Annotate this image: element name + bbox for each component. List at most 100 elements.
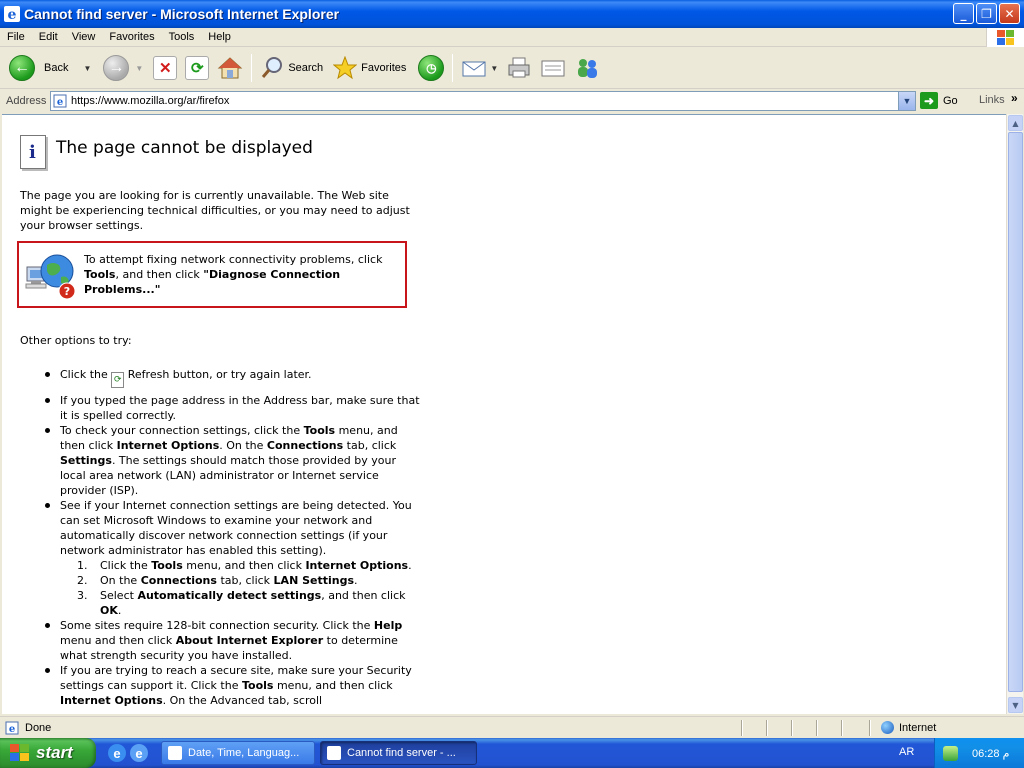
clock[interactable]: 06:28 م — [972, 747, 1009, 760]
system-tray: 06:28 م — [934, 738, 1024, 768]
standard-toolbar: ← Back ▼ → ▼ ✕ ⟳ Search Favorites ◷ ▼ — [0, 48, 1024, 89]
minimize-button[interactable]: _ — [953, 3, 974, 24]
step-item: 3. Select Automatically detect settings,… — [77, 589, 406, 617]
vertical-scrollbar[interactable]: ▲ ▼ — [1006, 114, 1023, 714]
menu-file[interactable]: File — [0, 31, 32, 43]
address-dropdown-icon[interactable]: ▼ — [898, 92, 915, 110]
step2-text-b: tab, click — [220, 574, 271, 587]
start-button[interactable]: start — [0, 738, 96, 768]
diagnose-box: ? To attempt fixing network connectivity… — [17, 241, 407, 308]
favorites-label: Favorites — [361, 62, 407, 74]
start-label: start — [36, 743, 73, 762]
title-bar[interactable]: e Cannot find server - Microsoft Interne… — [0, 0, 1024, 28]
history-button[interactable]: ◷ — [418, 55, 445, 81]
svg-text:e: e — [8, 7, 17, 22]
step-item: 1. Click the Tools menu, and then click … — [77, 559, 412, 572]
option5-text-a: Some sites require 128-bit connection se… — [60, 619, 371, 632]
scroll-thumb[interactable] — [1008, 132, 1023, 692]
option5-help: Help — [373, 619, 403, 632]
mail-icon — [462, 61, 486, 77]
home-button[interactable] — [217, 56, 243, 80]
mail-dropdown-icon[interactable]: ▼ — [490, 64, 498, 73]
scroll-down-icon[interactable]: ▼ — [1008, 697, 1023, 713]
back-label: Back — [44, 62, 69, 74]
back-dropdown-icon[interactable]: ▼ — [83, 64, 91, 73]
refresh-icon[interactable]: ⟳ — [111, 372, 125, 388]
taskbar-item-ie[interactable]: Cannot find server - ... — [320, 741, 477, 765]
page-status-icon: e — [5, 721, 19, 735]
address-input[interactable]: e https://www.mozilla.org/ar/firefox ▼ — [50, 91, 916, 111]
language-indicator[interactable]: AR — [899, 746, 914, 758]
forward-dropdown-icon[interactable]: ▼ — [135, 64, 143, 73]
diagnose-text-part1: To attempt fixing network connectivity p… — [84, 253, 383, 266]
task2-label: Cannot find server - ... — [347, 747, 456, 759]
status-text: Done — [25, 721, 52, 734]
svg-text:e: e — [9, 724, 15, 735]
option3-settings: Settings — [60, 454, 112, 467]
search-icon — [262, 57, 283, 78]
maximize-button[interactable]: ❐ — [976, 3, 997, 24]
refresh-button[interactable]: ⟳ — [185, 56, 210, 80]
other-options-heading: Other options to try: — [20, 334, 132, 347]
list-item: Click the ⟳ Refresh button, or try again… — [45, 367, 420, 388]
list-item: To check your connection settings, click… — [45, 423, 420, 498]
internet-zone-icon — [881, 721, 894, 734]
stop-button[interactable]: ✕ — [153, 56, 178, 80]
step1-tools: Tools — [151, 559, 183, 572]
list-item: See if your Internet connection settings… — [45, 498, 420, 618]
scroll-up-icon[interactable]: ▲ — [1008, 115, 1023, 131]
go-button[interactable]: ➜ Go — [920, 92, 958, 109]
option2-text: If you typed the page address in the Add… — [60, 394, 420, 422]
info-icon: i — [20, 135, 46, 169]
menu-tools[interactable]: Tools — [162, 31, 202, 43]
edit-icon — [541, 60, 565, 77]
tray-network-icon[interactable] — [943, 745, 958, 761]
favorites-button[interactable]: Favorites — [333, 56, 406, 80]
page-content: i The page cannot be displayed The page … — [2, 114, 1006, 714]
status-bar: e Done Internet — [0, 716, 1024, 738]
step1-number: 1. — [77, 559, 88, 572]
links-label[interactable]: Links — [979, 94, 1005, 106]
option6-text-b: menu, and then click — [276, 679, 393, 692]
messenger-button[interactable] — [574, 56, 600, 80]
option5-about-ie: About Internet Explorer — [175, 634, 324, 647]
steps-list: 1. Click the Tools menu, and then click … — [60, 558, 420, 618]
quicklaunch-ie-icon[interactable]: e — [108, 744, 126, 762]
print-button[interactable] — [506, 56, 532, 80]
taskbar: start e e Date, Time, Languag... Cannot … — [0, 738, 1024, 768]
close-button[interactable]: ✕ — [999, 3, 1020, 24]
go-arrow-icon: ➜ — [920, 92, 938, 109]
search-button[interactable]: Search — [260, 56, 323, 80]
links-chevron-icon[interactable]: » — [1011, 91, 1018, 105]
search-label: Search — [288, 62, 324, 74]
step2-connections: Connections — [140, 574, 217, 587]
option1-text-b: Refresh button, or try again later. — [127, 368, 312, 381]
option3-tools: Tools — [303, 424, 336, 437]
step3-auto-detect: Automatically detect settings — [137, 589, 322, 602]
edit-button[interactable] — [540, 57, 566, 79]
menu-view[interactable]: View — [65, 31, 103, 43]
quicklaunch-ie2-icon[interactable]: e — [130, 744, 148, 762]
mail-button[interactable]: ▼ — [461, 57, 498, 79]
menu-favorites[interactable]: Favorites — [102, 31, 161, 43]
back-arrow-icon: ← — [9, 55, 35, 81]
forward-button[interactable]: → ▼ — [103, 55, 143, 81]
diagnose-text-part2: , and then click — [115, 268, 200, 281]
network-globe-icon: ? — [25, 254, 76, 300]
list-item: If you typed the page address in the Add… — [45, 393, 420, 423]
menu-edit[interactable]: Edit — [32, 31, 65, 43]
step2-lan-settings: LAN Settings — [273, 574, 355, 587]
forward-arrow-icon: → — [103, 55, 130, 81]
window-title: Cannot find server - Microsoft Internet … — [24, 6, 340, 22]
step1-text-b: menu, and then click — [186, 559, 302, 572]
taskbar-item-date-time[interactable]: Date, Time, Languag... — [161, 741, 315, 765]
option6-text-c: . On the Advanced tab, scroll — [162, 694, 323, 707]
menu-help[interactable]: Help — [201, 31, 238, 43]
address-url: https://www.mozilla.org/ar/firefox — [71, 95, 230, 107]
option5-text-b: menu and then click — [60, 634, 173, 647]
option3-connections: Connections — [266, 439, 344, 452]
favorites-star-icon — [333, 56, 358, 80]
back-button[interactable]: ← Back ▼ — [9, 55, 91, 81]
step3-ok: OK — [100, 604, 118, 617]
step2-text-a: On the — [100, 574, 138, 587]
